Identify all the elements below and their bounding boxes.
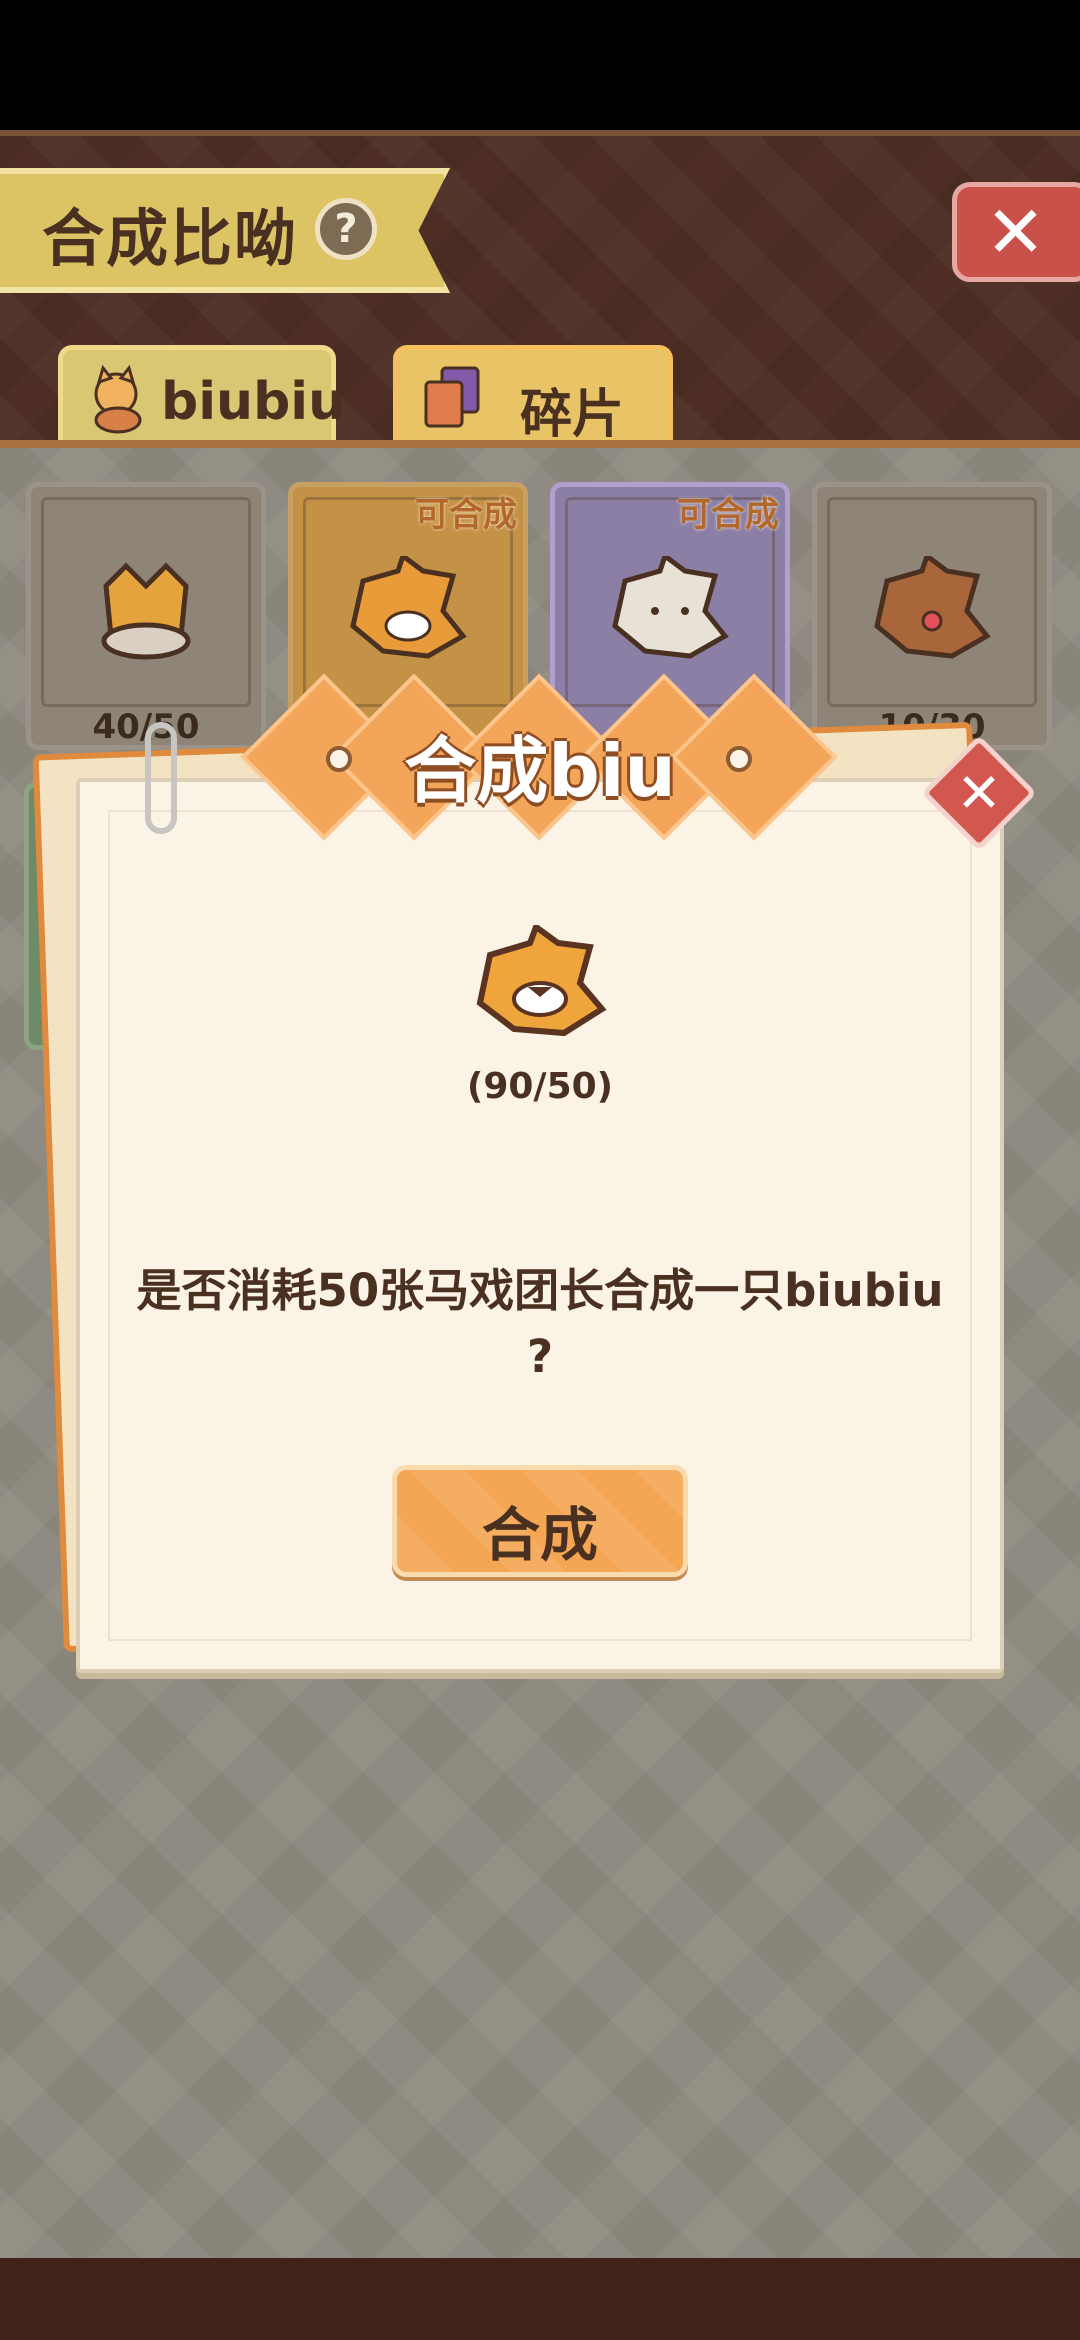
craft-confirm-label: 合成: [481, 1501, 598, 1569]
tab-fragments[interactable]: 碎片: [393, 345, 673, 445]
tab-fragments-label: 碎片: [520, 385, 625, 445]
cards-icon: [424, 366, 480, 428]
bottom-bar: [0, 2258, 1080, 2340]
status-bar: [0, 0, 1080, 130]
help-icon[interactable]: ?: [315, 198, 377, 260]
fragment-progress: (90/50): [466, 1066, 614, 1107]
divider: [0, 440, 1080, 448]
lion-piece-icon: [476, 925, 607, 1037]
page-title: 合成比呦: [42, 202, 299, 275]
close-icon: ✕: [985, 190, 1046, 274]
craft-confirm-button[interactable]: 合成: [392, 1465, 688, 1577]
dialog-title-ribbon: 合成biu: [240, 672, 838, 842]
tab-biubiu-label: biubiu: [161, 372, 346, 432]
cat-icon: [94, 364, 142, 434]
tab-biubiu[interactable]: biubiu: [58, 345, 345, 445]
close-button[interactable]: ✕: [952, 182, 1080, 282]
close-icon: ✕: [956, 761, 1002, 825]
confirm-question: 是否消耗50张马戏团长合成一只biubiu ?: [136, 1264, 944, 1383]
dialog-title: 合成biu: [404, 729, 676, 813]
paperclip-icon: [145, 722, 177, 834]
